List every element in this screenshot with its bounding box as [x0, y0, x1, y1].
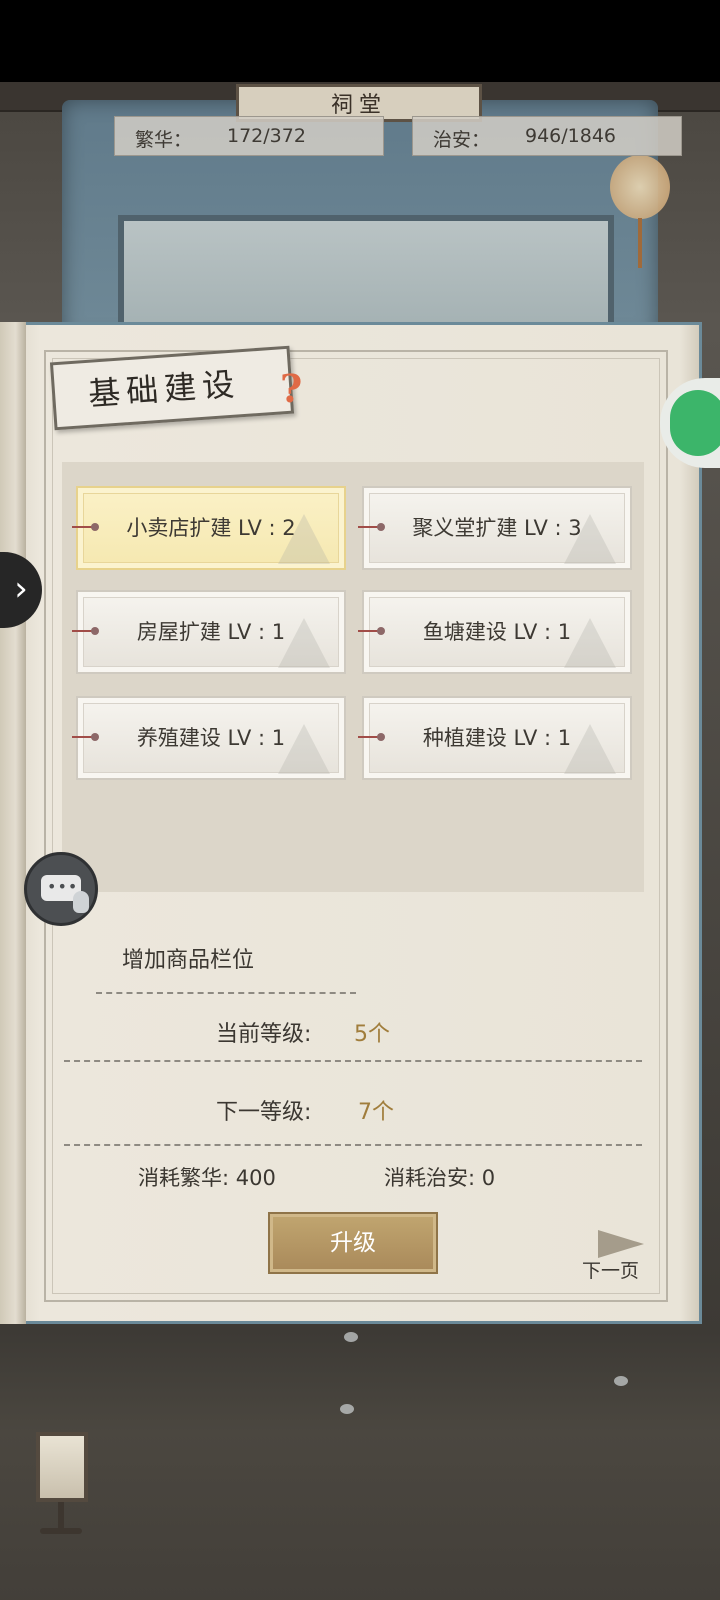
petal-decor [614, 1376, 628, 1386]
pin-icon [358, 627, 385, 635]
cost-prosperity-value: 400 [235, 1166, 276, 1190]
arrow-right-icon[interactable] [598, 1230, 644, 1258]
mountain-decor-icon [564, 618, 616, 668]
divider [64, 1144, 642, 1146]
status-bar [0, 0, 720, 82]
building-livestock[interactable]: 养殖建设 LV : 1 [72, 696, 346, 780]
petal-decor [344, 1332, 358, 1342]
floor-lamp-pole [58, 1502, 64, 1528]
cost-security-label: 消耗治安: [384, 1166, 476, 1190]
help-icon[interactable]: ? [280, 366, 302, 411]
current-level-value: 5个 [354, 1022, 390, 1047]
prosperity-stat: 繁华： 172/372 [114, 116, 384, 156]
cost-prosperity-label: 消耗繁华: [138, 1166, 230, 1190]
security-value: 946/1846 [525, 125, 617, 147]
building-house-expand[interactable]: 房屋扩建 LV : 1 [72, 590, 346, 674]
cost-security-value: 0 [481, 1166, 496, 1190]
building-label: 鱼塘建设 LV : 1 [422, 620, 572, 644]
divider [64, 1060, 642, 1062]
mountain-decor-icon [564, 724, 616, 774]
dots-glyph: ••• [47, 877, 79, 896]
lantern-icon [610, 155, 670, 219]
upgrade-button[interactable]: 升级 [268, 1212, 438, 1274]
lantern-tassel [638, 218, 642, 268]
building-shop-expand[interactable]: 小卖店扩建 LV : 2 [72, 486, 346, 570]
mountain-decor-icon [278, 618, 330, 668]
pin-icon [358, 733, 385, 741]
cost-security: 消耗治安: 0 [384, 1162, 495, 1192]
building-label: 种植建设 LV : 1 [422, 726, 572, 750]
pin-icon [358, 523, 385, 531]
security-stat: 治安： 946/1846 [412, 116, 682, 156]
building-fishpond[interactable]: 鱼塘建设 LV : 1 [358, 590, 632, 674]
security-label: 治安： [433, 129, 491, 151]
building-label: 聚义堂扩建 LV : 3 [412, 516, 582, 540]
next-level-label: 下一等级: [216, 1100, 312, 1125]
building-planting[interactable]: 种植建设 LV : 1 [358, 696, 632, 780]
floor-lamp-base [40, 1528, 82, 1534]
pin-icon [72, 523, 99, 531]
cost-prosperity: 消耗繁华: 400 [138, 1162, 276, 1192]
next-level-value: 7个 [358, 1100, 394, 1125]
next-page-button[interactable]: 下一页 [582, 1256, 639, 1283]
building-label: 房屋扩建 LV : 1 [136, 620, 286, 644]
wechat-badge [670, 390, 720, 456]
building-label: 小卖店扩建 LV : 2 [126, 516, 296, 540]
pin-icon [72, 733, 99, 741]
divider [96, 992, 356, 994]
pin-icon [72, 627, 99, 635]
prosperity-label: 繁华： [135, 129, 193, 151]
building-hall-expand[interactable]: 聚义堂扩建 LV : 3 [358, 486, 632, 570]
upgrade-effect-title: 增加商品栏位 [122, 948, 255, 973]
floor-lamp-icon [36, 1432, 88, 1502]
prosperity-value: 172/372 [227, 125, 306, 147]
petal-decor [340, 1404, 354, 1414]
book-spine [0, 322, 26, 1324]
mountain-decor-icon [278, 724, 330, 774]
gourd-shape [73, 891, 89, 913]
current-level-label: 当前等级: [216, 1022, 312, 1047]
building-label: 养殖建设 LV : 1 [136, 726, 286, 750]
chat-bubble-icon[interactable]: ••• [24, 852, 98, 926]
